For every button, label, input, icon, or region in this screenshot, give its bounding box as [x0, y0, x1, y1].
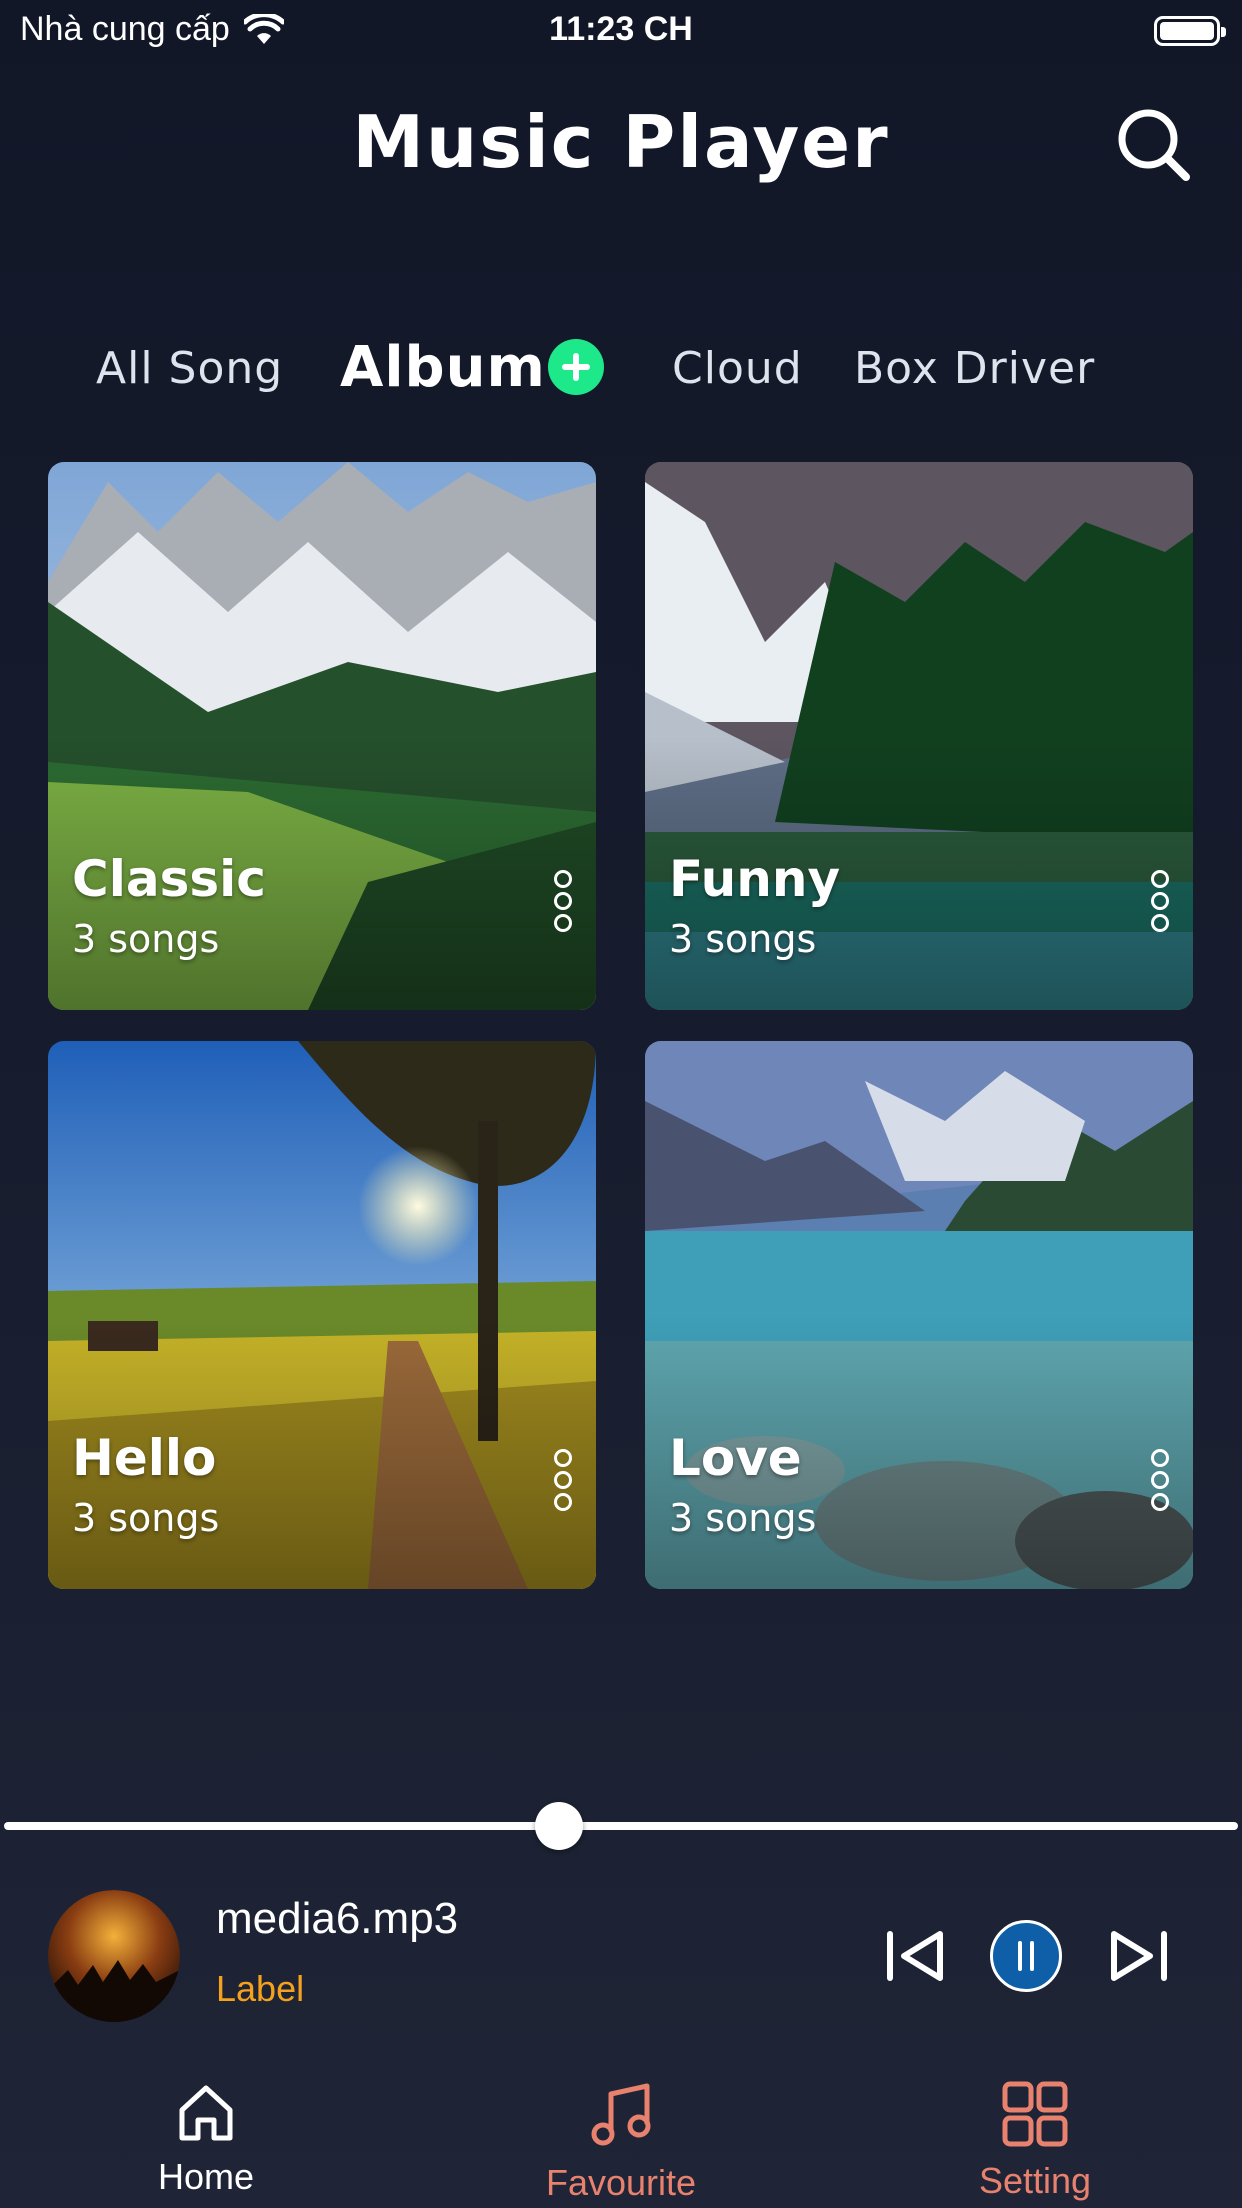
album-song-count: 3 songs [669, 917, 817, 961]
album-title: Love [669, 1429, 802, 1487]
nav-label-setting: Setting [978, 2160, 1092, 2201]
music-note-icon [591, 2083, 651, 2146]
album-card-classic[interactable]: Classic 3 songs [48, 462, 596, 1010]
album-song-count: 3 songs [669, 1496, 817, 1540]
now-playing-title: media6.mp3 [216, 1894, 459, 1943]
battery-icon [1154, 16, 1226, 46]
tab-album[interactable]: Album [340, 335, 546, 400]
status-bar: Nhà cung cấp 11:23 CH [0, 0, 1242, 62]
more-options-icon[interactable] [1149, 1449, 1171, 1515]
pause-icon [1018, 1941, 1034, 1971]
album-song-count: 3 songs [72, 1496, 220, 1540]
playback-progress-track[interactable] [4, 1822, 1238, 1830]
tab-cloud[interactable]: Cloud [672, 343, 803, 394]
search-icon[interactable] [1114, 105, 1194, 185]
add-album-button[interactable] [548, 339, 604, 395]
tab-all-song[interactable]: All Song [96, 343, 283, 394]
more-options-icon[interactable] [1149, 870, 1171, 936]
home-icon [179, 2085, 233, 2141]
status-time: 11:23 CH [549, 10, 693, 48]
previous-track-icon[interactable] [884, 1926, 950, 1986]
nav-label-favourite: Favourite [545, 2162, 697, 2203]
pause-button[interactable] [990, 1920, 1062, 1992]
next-track-icon[interactable] [1104, 1926, 1170, 1986]
album-title: Funny [669, 850, 841, 908]
album-card-love[interactable]: Love 3 songs [645, 1041, 1193, 1589]
now-playing-cover[interactable] [48, 1890, 180, 2022]
nav-label-home: Home [157, 2156, 255, 2197]
nav-favourite[interactable]: Favourite [501, 2080, 741, 2204]
album-title: Classic [72, 850, 266, 908]
nav-setting[interactable]: Setting [915, 2080, 1155, 2202]
nav-home[interactable]: Home [86, 2080, 326, 2198]
more-options-icon[interactable] [552, 1449, 574, 1515]
playback-progress-thumb[interactable] [535, 1802, 584, 1850]
grid-icon [1002, 2081, 1068, 2147]
page-title: Music Player [352, 100, 890, 184]
tab-box-driver[interactable]: Box Driver [854, 343, 1095, 394]
more-options-icon[interactable] [552, 870, 574, 936]
album-title: Hello [72, 1429, 217, 1487]
now-playing-artist: Label [216, 1968, 305, 2009]
tab-bar: All Song Album Cloud Box Driver [0, 335, 1242, 405]
album-card-funny[interactable]: Funny 3 songs [645, 462, 1193, 1010]
album-song-count: 3 songs [72, 917, 220, 961]
album-card-hello[interactable]: Hello 3 songs [48, 1041, 596, 1589]
